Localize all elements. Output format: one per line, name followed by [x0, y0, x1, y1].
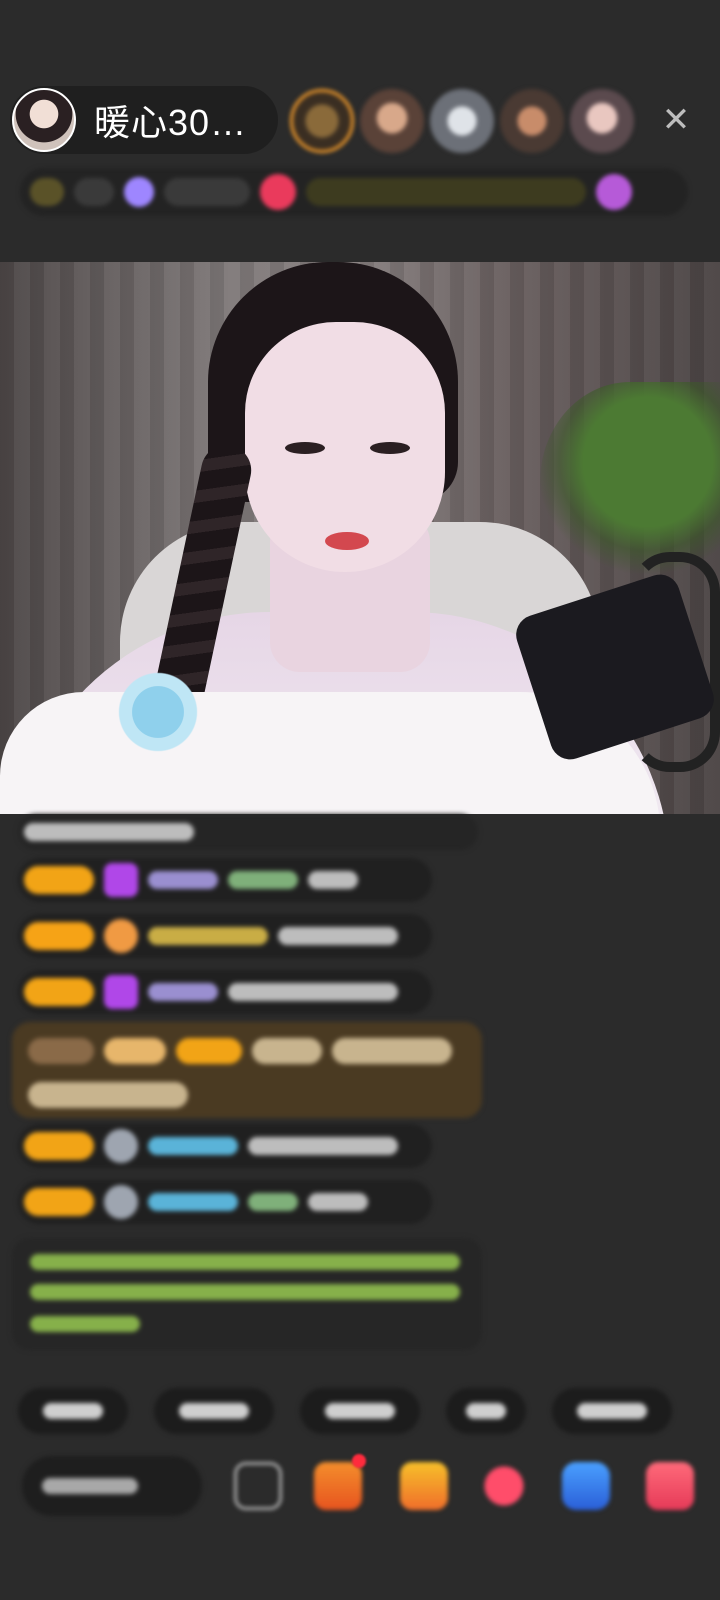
rank-badge[interactable]: [30, 178, 64, 206]
quick-reply-chip[interactable]: [446, 1388, 526, 1434]
activity-icon[interactable]: [596, 174, 632, 210]
viewer-avatar[interactable]: [430, 89, 494, 153]
treasure-icon[interactable]: [646, 1462, 694, 1510]
activity-banner[interactable]: [306, 178, 586, 206]
level-badge: [24, 978, 94, 1006]
gift-icon[interactable]: [400, 1462, 448, 1510]
viewer-avatar[interactable]: [360, 89, 424, 153]
close-icon[interactable]: ✕: [656, 100, 696, 140]
chat-message: [18, 814, 478, 850]
host-info-pill[interactable]: 暖心30…: [10, 86, 278, 154]
vip-badge: [104, 1038, 166, 1064]
chat-message: [18, 1124, 432, 1168]
viewer-avatar[interactable]: [570, 89, 634, 153]
fan-club-icon[interactable]: [124, 177, 154, 207]
heart-icon[interactable]: [480, 1462, 528, 1510]
top-viewers-list: [290, 84, 634, 158]
chat-message: [18, 858, 432, 902]
game-icon[interactable]: [562, 1462, 610, 1510]
live-video-stream[interactable]: [0, 262, 720, 814]
hair-flower: [108, 672, 208, 752]
emoji-icon[interactable]: [234, 1462, 282, 1510]
level-badge: [24, 1132, 94, 1160]
notification-dot: [352, 1454, 366, 1468]
chat-message: [18, 970, 432, 1014]
rank-text: [74, 178, 114, 206]
viewer-avatar[interactable]: [290, 89, 354, 153]
bottom-toolbar: [0, 1454, 720, 1528]
room-badges-row[interactable]: [20, 168, 688, 216]
fan-club-text: [164, 178, 250, 206]
user-avatar: [104, 1185, 138, 1219]
diamond-icon: [104, 975, 138, 1009]
quick-reply-chip[interactable]: [300, 1388, 420, 1434]
viewer-avatar[interactable]: [500, 89, 564, 153]
user-avatar: [104, 1129, 138, 1163]
gift-box-icon[interactable]: [314, 1462, 362, 1510]
quick-reply-chip[interactable]: [552, 1388, 672, 1434]
chat-message: [18, 914, 432, 958]
system-notice-message: [12, 1238, 482, 1350]
quick-reply-row: [18, 1388, 672, 1434]
background-plant: [540, 382, 720, 582]
diamond-icon: [104, 863, 138, 897]
hot-icon[interactable]: [260, 174, 296, 210]
host-name: 暖心30…: [94, 102, 248, 143]
level-badge: [24, 922, 94, 950]
comment-input[interactable]: [22, 1456, 202, 1516]
level-badge: [24, 866, 94, 894]
highlight-message: [12, 1022, 482, 1118]
live-room-screen: { "host": { "name": "暖心30…", "avatar_ico…: [0, 0, 720, 1600]
fan-icon: [104, 919, 138, 953]
level-badge: [176, 1038, 242, 1064]
quick-reply-chip[interactable]: [154, 1388, 274, 1434]
level-badge: [24, 1188, 94, 1216]
chat-message: [18, 1180, 432, 1224]
quick-reply-chip[interactable]: [18, 1388, 128, 1434]
host-avatar[interactable]: [12, 88, 76, 152]
